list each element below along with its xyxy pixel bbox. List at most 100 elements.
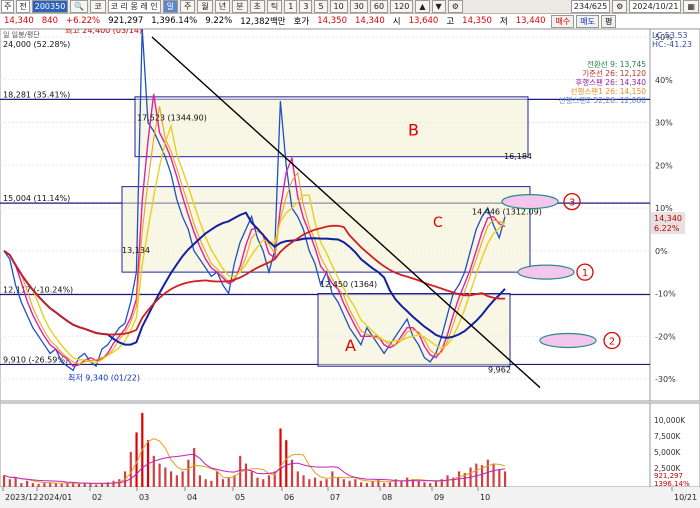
average-button[interactable]: 평 <box>600 14 617 28</box>
x-axis <box>0 487 700 508</box>
volume-bar <box>267 475 271 487</box>
calendar-icon[interactable]: ▦ <box>683 0 699 13</box>
up-icon[interactable]: ▲ <box>415 0 430 13</box>
quote-bar: 14,340 840 +6.22% 921,297 1,396.14% 9.22… <box>0 14 700 29</box>
letter-c: C <box>433 215 443 231</box>
volume-bar <box>319 480 322 487</box>
box1-label: 17,523 (1344.90) <box>137 114 207 123</box>
interval-1[interactable]: 1 <box>284 0 298 13</box>
target-ellipse-1 <box>517 264 575 280</box>
volume-bar <box>383 483 386 487</box>
volume-bar <box>129 451 132 487</box>
interval-3[interactable]: 3 <box>299 0 313 13</box>
x-tick-label: 08 <box>382 493 392 502</box>
volume-bar <box>486 459 489 487</box>
stock-chart[interactable]: 50%40%30%20%10%0%-10%-20%-30%18,281 (35.… <box>0 29 700 508</box>
low-label: 저 <box>499 17 508 27</box>
volume-bar <box>49 483 52 487</box>
volume-bar <box>296 471 299 487</box>
down-icon[interactable]: ▼ <box>431 0 446 13</box>
y-tick-label: 10% <box>655 204 673 213</box>
x-tick-label: 2024/01 <box>39 493 72 502</box>
volume-bar <box>446 475 449 487</box>
x-tick-label: 05 <box>235 493 245 502</box>
interval-10[interactable]: 10 <box>329 0 348 13</box>
volume-bar <box>504 471 507 487</box>
open-label: 시 <box>392 17 401 27</box>
target-ellipse-3 <box>501 193 559 210</box>
volume-bar <box>14 477 17 487</box>
volume-bar <box>164 467 167 487</box>
volume-bar <box>26 480 29 487</box>
price-tag-value: 14,340 <box>654 214 682 223</box>
hc-label: HC:-41.23 <box>652 40 692 49</box>
x-tick-label: 10 <box>480 493 490 502</box>
x-tick-label: 10/21 <box>674 493 697 502</box>
interval-120[interactable]: 120 <box>390 0 414 13</box>
volume-last-label: 921,297 <box>654 472 683 480</box>
tab-weekly[interactable]: 주 <box>180 0 196 13</box>
box3-label: 12,450 (1364) <box>320 280 377 289</box>
buy-button[interactable]: 매수 <box>551 14 575 28</box>
search-icon[interactable]: 🔍 <box>70 0 89 13</box>
period-select[interactable]: 전 <box>16 0 30 13</box>
interval-60[interactable]: 60 <box>369 0 389 13</box>
y-tick-label: -10% <box>655 290 676 299</box>
tab-minute[interactable]: 분 <box>232 0 248 13</box>
volume-bar <box>423 482 426 487</box>
top-left-label: 일 일봉/평단 <box>3 30 40 39</box>
market-type-button[interactable]: 코 <box>90 0 106 13</box>
tab-daily[interactable]: 일 <box>162 0 178 13</box>
stock-code-input[interactable]: 200350 <box>31 0 69 13</box>
volume-bar <box>400 480 403 487</box>
level-label: 18,281 (35.41%) <box>3 90 70 99</box>
volume-bar <box>3 475 6 487</box>
market-select[interactable]: 주 <box>1 0 15 13</box>
volume-bar <box>95 484 98 487</box>
date-input[interactable]: 2024/10/21 <box>629 0 682 13</box>
x-tick-label: 09 <box>434 493 444 502</box>
tab-monthly[interactable]: 월 <box>197 0 213 13</box>
y-tick-label: -30% <box>655 375 676 384</box>
interval-30[interactable]: 30 <box>349 0 368 13</box>
volume-bar <box>262 479 265 487</box>
volume-bar <box>429 483 432 487</box>
volume-bar <box>285 440 288 487</box>
y-tick-label: 30% <box>655 119 673 128</box>
volume-bar <box>360 482 363 487</box>
volume: 921,297 <box>108 16 144 26</box>
gear-icon[interactable]: ⚙ <box>612 0 628 13</box>
tab-second[interactable]: 초 <box>249 0 265 13</box>
volume-bar <box>388 482 392 487</box>
volume-bar <box>342 479 345 487</box>
volume-bar <box>54 483 58 487</box>
price-change: 840 <box>41 16 58 26</box>
indicator-legend-item: 선행스팬2 52,26: 12,080 <box>559 95 647 105</box>
volume-bar <box>158 463 161 487</box>
low-annotation: 최저 9,340 (01/22) <box>68 373 140 383</box>
volume-bar <box>193 448 196 487</box>
box2-right-label: 16,184 <box>504 152 532 161</box>
volume-bar <box>20 483 23 487</box>
sell-button[interactable]: 매도 <box>576 14 599 28</box>
high-annotation: 최고 24,400 (03/14) <box>65 29 142 35</box>
volume-bar <box>348 480 351 487</box>
tab-tick[interactable]: 틱 <box>266 0 283 13</box>
settings-icon[interactable]: ⚙ <box>447 0 463 13</box>
volume-bar <box>216 471 219 487</box>
volume-bar <box>498 469 501 487</box>
trade-amount: 12,382백만 <box>240 17 286 27</box>
volume-bar <box>279 428 282 487</box>
high-label: 고 <box>446 17 455 27</box>
stock-name: 코 리 몽 레 인 <box>107 0 161 13</box>
interval-5[interactable]: 5 <box>314 0 328 13</box>
tab-yearly[interactable]: 년 <box>214 0 231 13</box>
y-tick-label: -20% <box>655 332 676 341</box>
y-tick-label: 0% <box>655 247 668 256</box>
y-top-label: 24,000 (52.28%) <box>3 40 70 49</box>
volume-bar <box>221 479 225 487</box>
volume-tick-label: 7,500K <box>654 432 681 441</box>
target-ellipse-2 <box>539 332 597 349</box>
x-tick-label: 07 <box>330 493 340 502</box>
x-tick-label: 2023/12 <box>5 493 38 502</box>
